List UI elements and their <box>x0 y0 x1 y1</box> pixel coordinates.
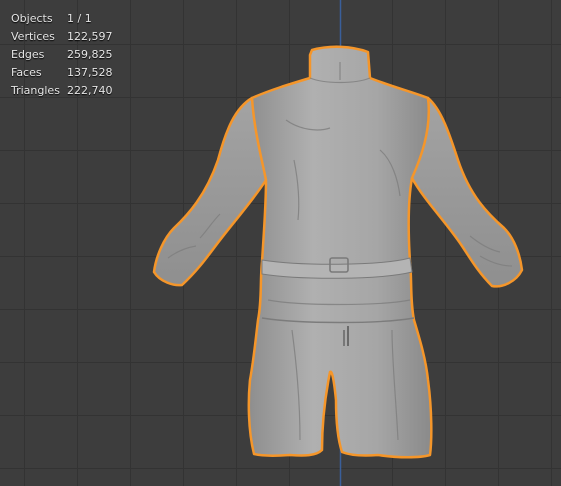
stat-objects: Objects 1 / 1 <box>11 10 113 28</box>
stat-label: Vertices <box>11 30 55 43</box>
stat-value: 259,825 <box>67 48 113 61</box>
viewport-statistics-overlay: Objects 1 / 1 Vertices 122,597 Edges 259… <box>11 10 113 100</box>
stat-label: Objects <box>11 12 53 25</box>
stat-vertices: Vertices 122,597 <box>11 28 113 46</box>
3d-viewport[interactable]: Objects 1 / 1 Vertices 122,597 Edges 259… <box>0 0 561 486</box>
stat-value: 122,597 <box>67 30 113 43</box>
stat-value: 137,528 <box>67 66 113 79</box>
stat-value: 222,740 <box>67 84 113 97</box>
stat-label: Edges <box>11 48 45 61</box>
stat-edges: Edges 259,825 <box>11 46 113 64</box>
stat-triangles: Triangles 222,740 <box>11 82 113 100</box>
stat-faces: Faces 137,528 <box>11 64 113 82</box>
stat-value: 1 / 1 <box>67 12 92 25</box>
stat-label: Triangles <box>11 84 60 97</box>
stat-label: Faces <box>11 66 42 79</box>
